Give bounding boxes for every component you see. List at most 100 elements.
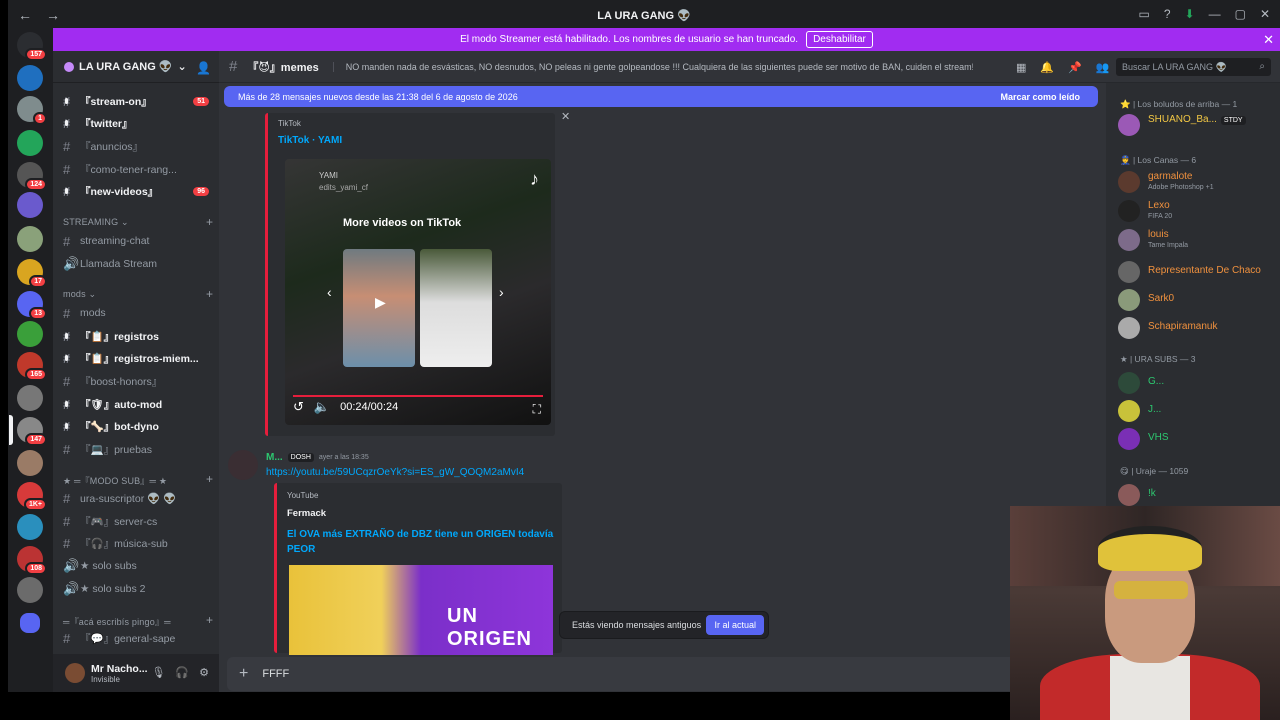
member-item[interactable]: Sark0 xyxy=(1118,287,1278,313)
member-item[interactable]: Representante De Chaco xyxy=(1118,259,1278,285)
close-embed-icon[interactable]: ✕ xyxy=(561,110,570,123)
search-input[interactable]: Buscar LA URA GANG 👽 ⌕ xyxy=(1116,58,1271,76)
mark-as-read-button[interactable]: Marcar como leído xyxy=(1000,92,1080,102)
member-item[interactable]: VHS xyxy=(1118,426,1278,452)
replay-icon[interactable]: ↺ xyxy=(293,399,304,415)
members-icon[interactable]: 👥 xyxy=(1096,61,1110,74)
member-item[interactable]: !k xyxy=(1118,482,1278,508)
play-icon[interactable]: ▶ xyxy=(375,294,386,311)
voice-channel-item[interactable]: 🔊 Llamada Stream xyxy=(63,254,213,274)
channel-item[interactable]: # 『🎮』server-cs xyxy=(63,511,213,531)
maximize-icon[interactable]: ▢ xyxy=(1235,7,1246,21)
download-icon[interactable]: ⬇ xyxy=(1185,7,1195,21)
minimize-icon[interactable]: — xyxy=(1209,7,1221,21)
home-button[interactable]: 157 xyxy=(17,32,47,61)
headphones-icon[interactable]: 🎧 xyxy=(175,666,189,679)
add-channel-icon[interactable]: + xyxy=(206,472,213,486)
category-streaming[interactable]: STREAMING ⌄ xyxy=(63,217,129,228)
inbox-icon[interactable]: ▭ xyxy=(1139,7,1150,21)
add-channel-icon[interactable]: + xyxy=(206,215,213,229)
jump-to-present-button[interactable]: Ir al actual xyxy=(706,615,764,635)
server-icon[interactable] xyxy=(17,577,43,603)
video-thumbnail[interactable] xyxy=(420,249,492,367)
server-icon[interactable] xyxy=(17,450,43,476)
channel-item[interactable]: # streaming-chat xyxy=(63,231,213,251)
channel-item[interactable]: #『📋』registros-miem... xyxy=(63,348,213,368)
server-icon[interactable]: 165 xyxy=(17,352,47,381)
channel-topic[interactable]: NO manden nada de esvásticas, NO desnudo… xyxy=(332,61,973,72)
category-pingo[interactable]: ═『acá escribís pingo』═ xyxy=(63,615,171,628)
avatar[interactable] xyxy=(65,663,85,683)
add-channel-icon[interactable]: + xyxy=(206,287,213,301)
member-item[interactable]: garmalote Adobe Photoshop +1 xyxy=(1118,169,1278,195)
message-input[interactable]: FFFF xyxy=(262,668,289,680)
disable-streamer-button[interactable]: Deshabilitar xyxy=(806,31,873,48)
voice-channel-item[interactable]: 🔊 ★ solo subs 2 xyxy=(63,579,213,599)
message-link[interactable]: https://youtu.be/59UCqzrOeYk?si=ES_gW_QO… xyxy=(266,467,524,478)
channel-item[interactable]: #『stream-on』51 xyxy=(63,91,213,111)
category-mods[interactable]: mods ⌄ xyxy=(63,289,96,300)
member-item[interactable]: Lexo FIFA 20 xyxy=(1118,198,1278,224)
volume-icon[interactable]: 🔈 xyxy=(314,399,330,415)
chevron-right-icon[interactable]: › xyxy=(499,284,504,300)
pin-icon[interactable]: 📌 xyxy=(1068,61,1082,74)
tiktok-video-player[interactable]: YAMI edits_yami_cf ♪ More videos on TikT… xyxy=(285,159,551,425)
video-progress-bar[interactable] xyxy=(293,395,543,397)
server-icon[interactable] xyxy=(17,130,43,156)
embed-title[interactable]: TikTok · YAMI xyxy=(278,135,342,146)
voice-channel-item[interactable]: 🔊 ★ solo subs xyxy=(63,556,213,576)
server-icon[interactable]: 13 xyxy=(17,291,47,320)
new-messages-bar[interactable]: Más de 28 mensajes nuevos desde las 21:3… xyxy=(224,86,1098,107)
server-icon[interactable]: 1K+ xyxy=(17,482,47,511)
channel-item[interactable]: # 『🎧』música-sub xyxy=(63,533,213,553)
server-icon[interactable]: 17 xyxy=(17,259,47,288)
help-icon[interactable]: ? xyxy=(1164,7,1171,21)
message-author[interactable]: M... xyxy=(266,452,283,463)
channel-item[interactable]: # 『anuncios』 xyxy=(63,136,213,156)
channel-item[interactable]: #『📋』registros xyxy=(63,326,213,346)
server-icon[interactable]: 1 xyxy=(17,96,47,125)
gear-icon[interactable]: ⚙ xyxy=(199,666,209,679)
channel-item[interactable]: # ura-suscriptor 👽 👽 xyxy=(63,488,213,508)
channel-item[interactable]: # 『boost-honors』 xyxy=(63,371,213,391)
channel-item[interactable]: #『🛡』auto-mod xyxy=(63,394,213,414)
guild-header[interactable]: LA URA GANG 👽 ⌄ 👤 xyxy=(53,51,219,83)
channel-item[interactable]: #『twitter』 xyxy=(63,113,213,133)
channel-item[interactable]: #『🦴』bot-dyno xyxy=(63,416,213,436)
video-thumbnail[interactable]: UN ORIGEN xyxy=(289,565,553,655)
channel-item[interactable]: #『new-videos』96 xyxy=(63,181,213,201)
member-item[interactable]: Schapiramanuk xyxy=(1118,315,1278,341)
server-icon[interactable]: 108 xyxy=(17,546,47,575)
add-attachment-icon[interactable]: + xyxy=(239,665,248,683)
server-icon[interactable] xyxy=(17,321,43,347)
server-icon[interactable]: 124 xyxy=(17,162,47,191)
close-banner-icon[interactable]: ✕ xyxy=(1263,32,1274,48)
server-icon[interactable] xyxy=(17,192,43,218)
channel-item[interactable]: # 『💬』general-sape xyxy=(63,628,213,648)
member-item[interactable]: SHUANO_Ba... STDY xyxy=(1118,112,1278,138)
channel-item[interactable]: # mods xyxy=(63,303,213,323)
channel-item[interactable]: # 『como-tener-rang... xyxy=(63,159,213,179)
chevron-left-icon[interactable]: ‹ xyxy=(327,284,332,300)
server-icon[interactable] xyxy=(17,514,43,540)
server-icon[interactable] xyxy=(17,226,43,252)
embed-author[interactable]: Fermack xyxy=(287,508,326,519)
member-item[interactable]: G... xyxy=(1118,370,1278,396)
add-member-icon[interactable]: 👤 xyxy=(196,61,211,75)
threads-icon[interactable]: ▦ xyxy=(1016,61,1026,74)
member-item[interactable]: louis Tame Impala xyxy=(1118,227,1278,253)
fullscreen-icon[interactable]: ⛶ xyxy=(533,402,541,417)
server-icon[interactable] xyxy=(17,65,43,91)
microphone-icon[interactable]: 🎙 xyxy=(151,666,165,679)
avatar[interactable] xyxy=(228,450,258,480)
close-window-icon[interactable]: ✕ xyxy=(1260,7,1270,21)
server-icon-active[interactable]: 147 xyxy=(9,415,47,446)
member-item[interactable]: J... xyxy=(1118,398,1278,424)
folder-icon[interactable] xyxy=(20,613,40,633)
bell-icon[interactable]: 🔔 xyxy=(1040,61,1054,74)
embed-title[interactable]: El OVA más EXTRAÑO de DBZ tiene un ORIGE… xyxy=(287,527,557,557)
category-modsub[interactable]: ★ ═『MODO SUB』═ ★ xyxy=(63,474,167,487)
server-icon[interactable] xyxy=(17,385,43,411)
add-channel-icon[interactable]: + xyxy=(206,613,213,627)
user-info[interactable]: Mr Nacho... Invisible xyxy=(91,663,148,684)
